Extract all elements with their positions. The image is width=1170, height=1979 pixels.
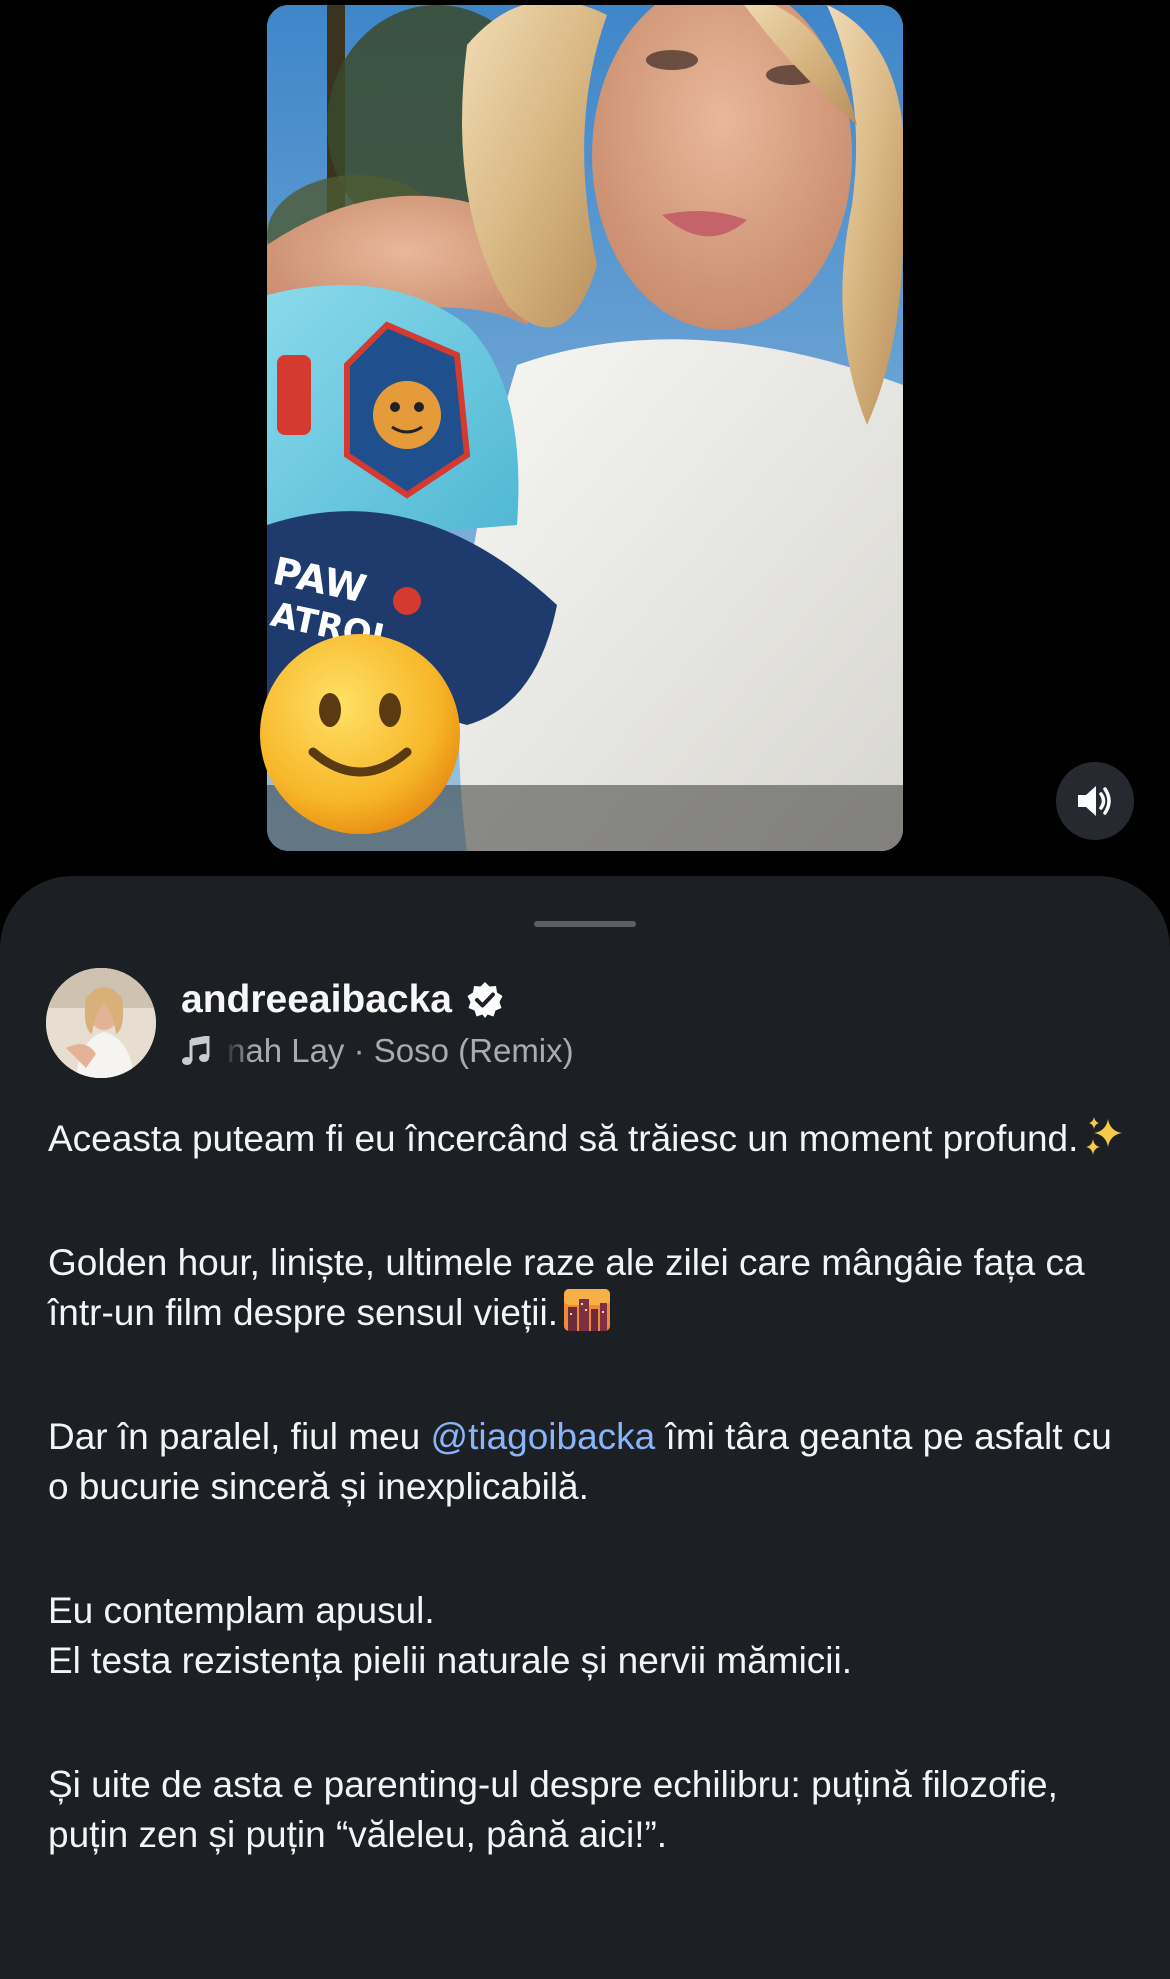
marquee-fade <box>223 1032 253 1070</box>
mute-toggle-button[interactable] <box>1056 762 1134 840</box>
sparkles-icon <box>1086 1117 1123 1155</box>
music-note-icon <box>182 1036 210 1065</box>
audio-track-title[interactable]: nah Lay · Soso (Remix) <box>227 1032 574 1069</box>
caption-paragraph-1: Aceasta puteam fi eu încercând să trăies… <box>48 1114 1138 1164</box>
caption-sheet[interactable]: andreeaibacka nah Lay · Soso (Remix) Ace… <box>0 876 1170 1979</box>
city-sunset-icon <box>563 1289 610 1331</box>
sheet-drag-handle[interactable] <box>534 921 636 927</box>
post-caption: Aceasta puteam fi eu încercând să trăies… <box>48 1114 1138 1934</box>
author-username[interactable]: andreeaibacka <box>181 978 504 1022</box>
speaker-icon <box>1078 786 1111 816</box>
mention-link[interactable]: @tiagoibacka <box>431 1416 656 1457</box>
verified-badge-icon <box>467 982 503 1018</box>
avatar[interactable] <box>46 968 156 1078</box>
audio-track-link[interactable]: nah Lay · Soso (Remix) <box>181 1032 574 1070</box>
caption-paragraph-2: Golden hour, liniște, ultimele raze ale … <box>48 1242 1085 1333</box>
video-player[interactable]: PAW ATROL <box>0 0 1170 900</box>
caption-paragraph-3: Dar în paralel, fiul meu @tiagoibacka îm… <box>48 1416 1112 1507</box>
caption-paragraph-4: Eu contemplam apusul. El testa rezistența… <box>48 1590 853 1681</box>
username-text[interactable]: andreeaibacka <box>181 978 452 1022</box>
post-author-header: andreeaibacka nah Lay · Soso (Remix) <box>46 968 1126 1088</box>
caption-paragraph-5: Și uite de asta e parenting-ul despre ec… <box>48 1764 1058 1855</box>
slightly-smiling-face-icon <box>258 632 462 836</box>
